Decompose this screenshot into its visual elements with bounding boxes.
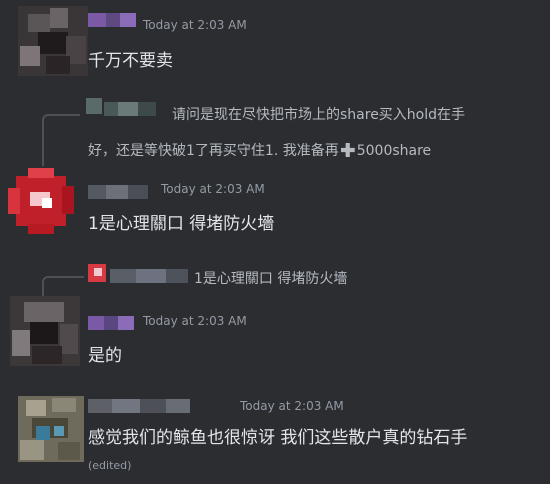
reply-username-blurred[interactable]: [110, 268, 188, 283]
reply-line2-suffix: 5000share: [356, 143, 432, 159]
user-avatar[interactable]: [18, 396, 84, 462]
timestamp: Today at 2:03 AM: [240, 399, 344, 413]
reply-username-blurred[interactable]: [104, 101, 156, 116]
user-avatar[interactable]: [8, 168, 74, 234]
timestamp: Today at 2:03 AM: [143, 314, 247, 328]
username-blurred[interactable]: [88, 12, 136, 27]
message-text: 千万不要卖: [88, 51, 173, 71]
reply-preview-line1[interactable]: 请问是现在尽快把市场上的share买入hold在手: [172, 104, 465, 124]
reply-connector: [42, 114, 80, 166]
message-text: 是的: [88, 346, 122, 366]
reply-avatar[interactable]: [86, 98, 102, 114]
reply-preview[interactable]: 1是心理關口 得堵防火墻: [194, 268, 347, 288]
reply-preview-line2[interactable]: 好，还是等快破1了再买守住1. 我准备再 5000share: [88, 140, 431, 160]
user-avatar[interactable]: [10, 296, 80, 366]
timestamp: Today at 2:03 AM: [143, 18, 247, 32]
username-blurred[interactable]: [88, 398, 190, 413]
timestamp: Today at 2:03 AM: [161, 182, 265, 196]
edited-label: (edited): [88, 459, 132, 472]
heavy-plus-icon: [340, 143, 355, 157]
username-blurred[interactable]: [88, 184, 148, 199]
reply-line2-text: 好，还是等快破1了再买守住1. 我准备再: [88, 143, 339, 159]
user-avatar[interactable]: [18, 6, 88, 76]
message-text: 1是心理關口 得堵防火墻: [88, 214, 275, 234]
message-text: 感觉我们的鲸鱼也很惊讶 我们这些散户真的钻石手: [88, 428, 468, 448]
username-blurred[interactable]: [88, 315, 134, 330]
